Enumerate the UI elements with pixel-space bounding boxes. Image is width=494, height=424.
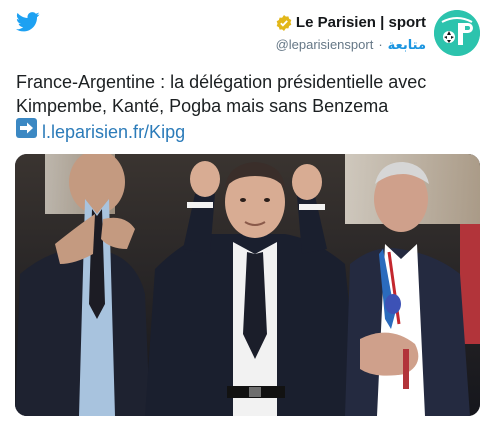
tweet-link[interactable]: l.leparisien.fr/Kipg xyxy=(42,122,185,142)
stadium-photo-image xyxy=(15,154,480,416)
verified-badge-icon xyxy=(276,15,292,32)
avatar-logo-icon xyxy=(434,10,480,56)
author-name-row: Le Parisien | sport xyxy=(276,14,426,33)
author-block: Le Parisien | sport @leparisiensport · م… xyxy=(276,14,426,53)
author-subline: @leparisiensport · متابعة xyxy=(276,37,426,53)
twitter-bird-icon[interactable] xyxy=(16,12,40,32)
avatar[interactable] xyxy=(434,10,480,56)
tweet-link-row: l.leparisien.fr/Kipg xyxy=(16,118,486,144)
tweet-text-line-2: Kimpembe, Kanté, Pogba mais sans Benzema xyxy=(16,96,389,116)
right-arrow-emoji-icon xyxy=(16,118,37,138)
tweet-card[interactable]: Le Parisien | sport @leparisiensport · م… xyxy=(0,0,494,424)
author-name[interactable]: Le Parisien | sport xyxy=(296,14,426,33)
follow-button[interactable]: متابعة xyxy=(388,37,426,53)
tweet-text-line-1: France-Argentine : la délégation préside… xyxy=(16,72,427,92)
separator-dot: · xyxy=(378,36,383,52)
tweet-text: France-Argentine : la délégation préside… xyxy=(16,70,486,144)
tweet-photo[interactable] xyxy=(15,154,480,416)
author-handle[interactable]: @leparisiensport xyxy=(276,37,374,53)
